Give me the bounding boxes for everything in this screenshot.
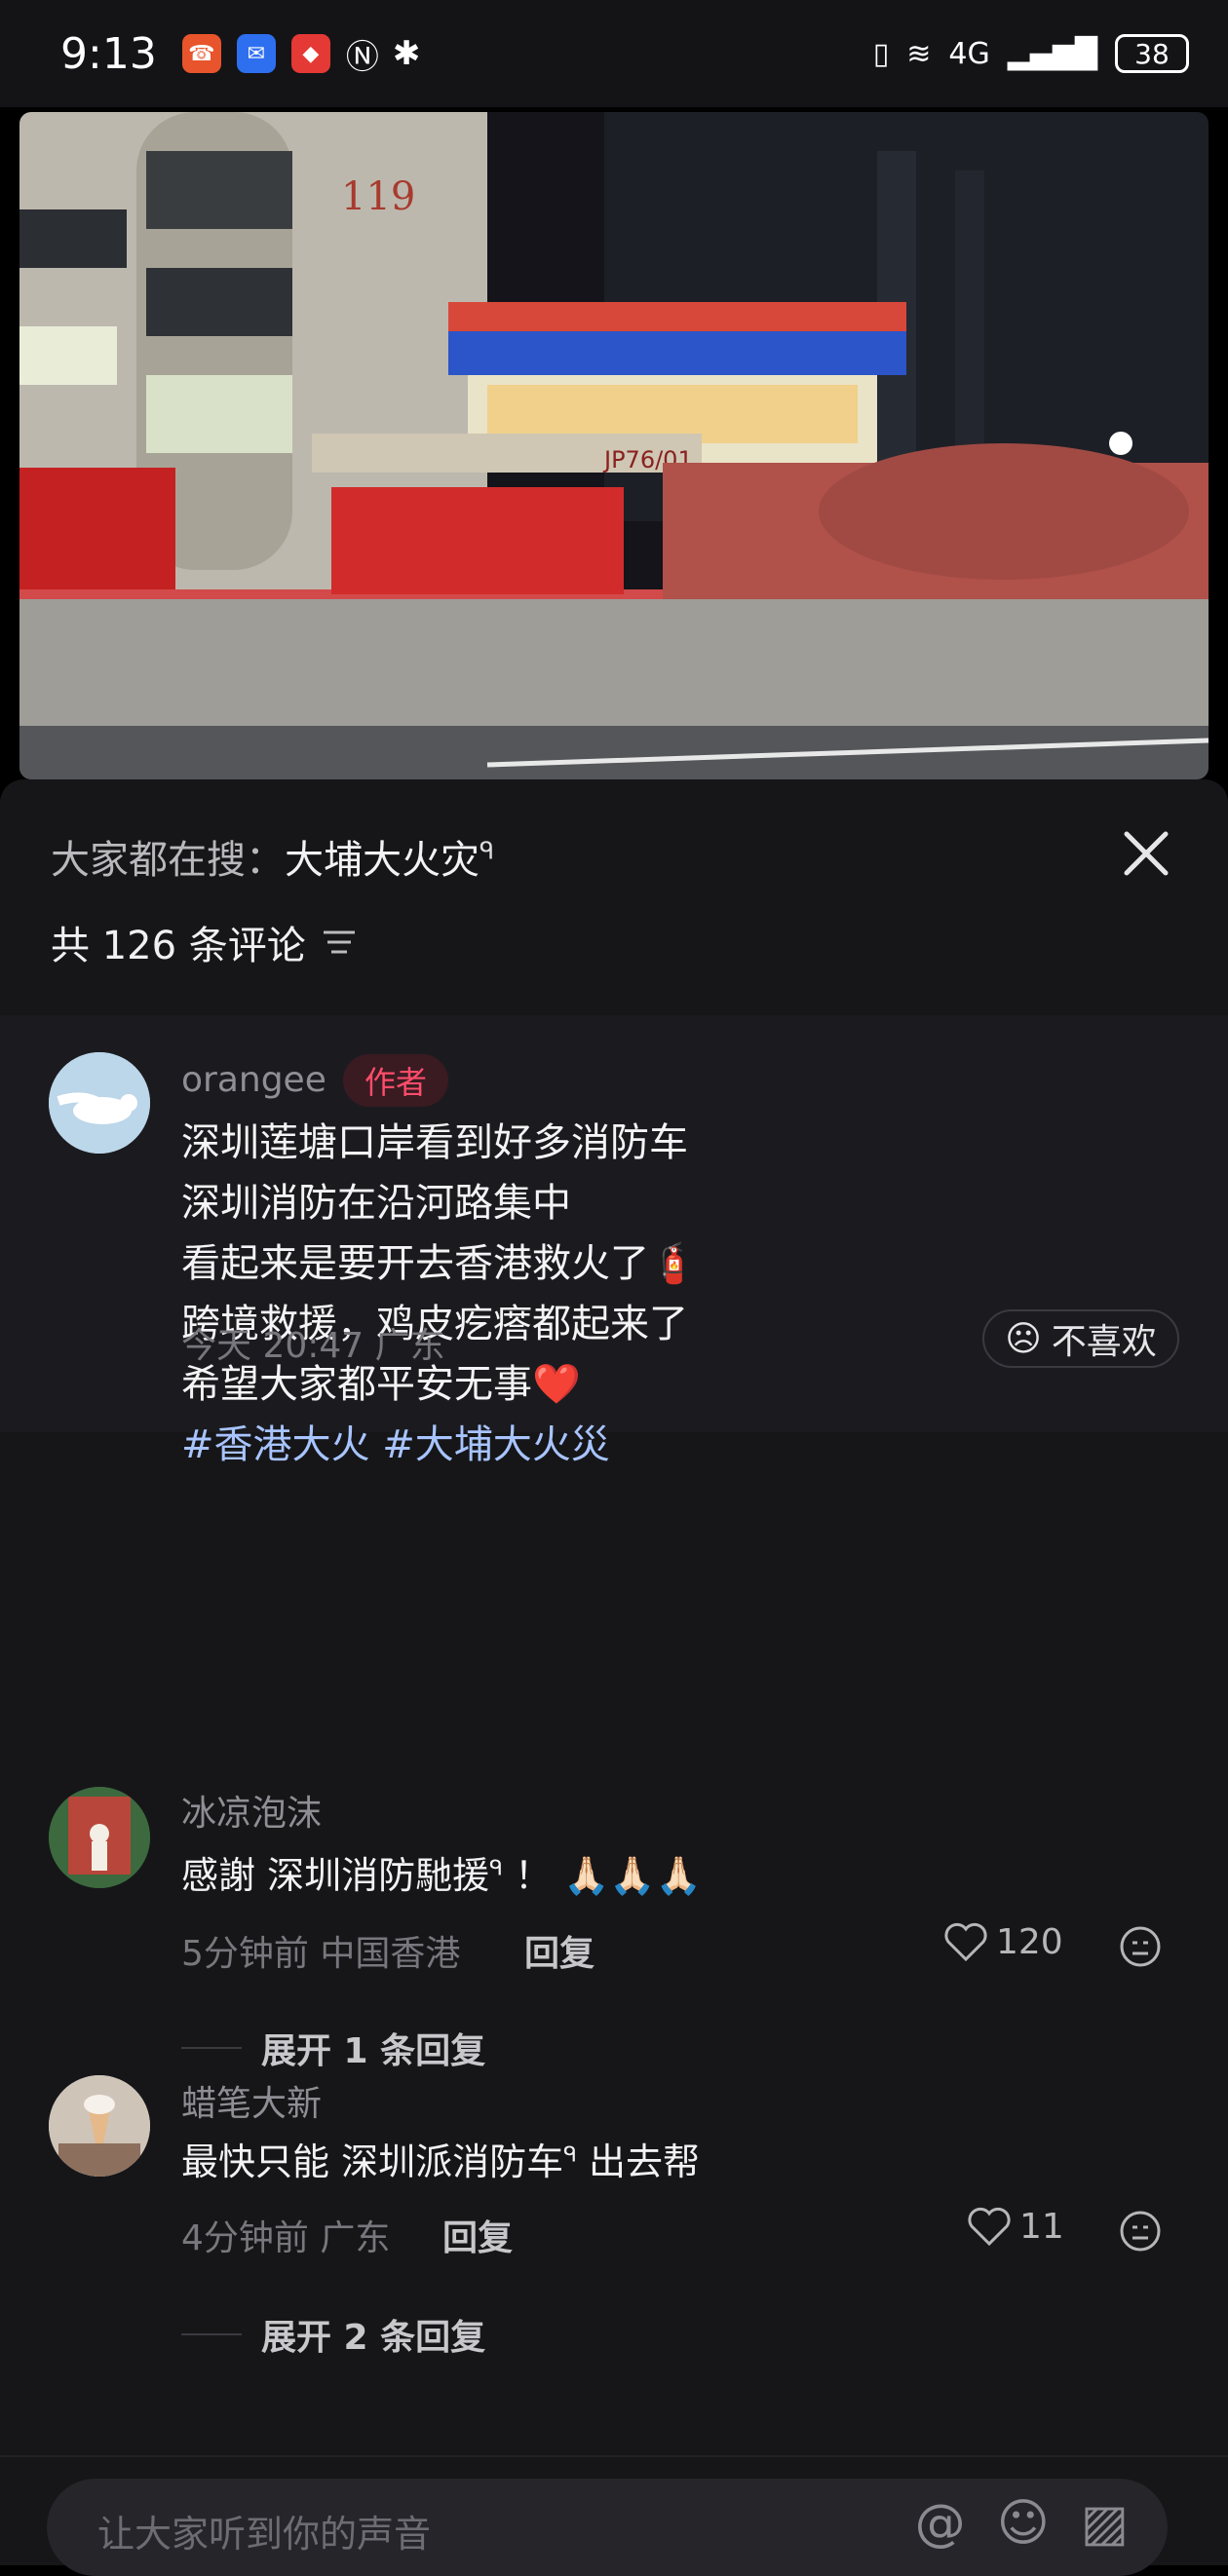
search-icon: ᑫ: [489, 1856, 503, 1881]
author-comment-text: 深圳莲塘口岸看到好多消防车 深圳消防在沿河路集中 看起来是要开去香港救火了🧯 跨…: [181, 1113, 698, 1475]
trending-keyword[interactable]: 大埔大火灾: [285, 838, 480, 883]
comment-text-part: 感謝: [181, 1854, 268, 1897]
comment-line: 深圳莲塘口岸看到好多消防车: [181, 1120, 688, 1165]
network-type-label: 4G: [948, 36, 990, 71]
close-icon[interactable]: [1117, 824, 1175, 883]
wifi-icon: ≋: [906, 36, 932, 71]
reply-button[interactable]: 回复: [524, 1925, 595, 1976]
hashtag-links[interactable]: #香港大火 #大埔大火災: [181, 1415, 698, 1475]
mention-icon[interactable]: @: [915, 2494, 966, 2553]
dislike-face-icon[interactable]: [1119, 2210, 1162, 2253]
status-time: 9:13: [60, 28, 157, 79]
comment-sheet: 大家都在搜：大埔大火灾ᑫ 共 126 条评论 orangee 作者 深圳莲塘口岸…: [0, 779, 1228, 2576]
comment-text-part: 最快只能: [181, 2140, 342, 2183]
comment-text-part: ！ 🙏🏻🙏🏻🙏🏻: [502, 1854, 703, 1897]
comment-count: 共 126 条评论: [51, 924, 306, 968]
search-icon: ᑫ: [480, 837, 495, 865]
emoji-icon[interactable]: ☺: [997, 2494, 1050, 2553]
user-avatar-image: [49, 2075, 150, 2177]
video-player[interactable]: 119 JP76/01: [19, 112, 1209, 779]
like-button[interactable]: 11: [967, 2206, 1064, 2247]
bluetooth-icon: ✱: [392, 34, 421, 73]
heart-icon: [944, 1922, 987, 1962]
comment-username[interactable]: 蜡笔大新: [181, 2075, 322, 2126]
avatar[interactable]: [49, 1052, 150, 1154]
huawei-notification-icon: ◆: [290, 34, 330, 73]
expand-label: 展开 2 条回复: [261, 2318, 486, 2358]
avatar[interactable]: [49, 2075, 150, 2177]
trending-prefix: 大家都在搜：: [51, 838, 285, 883]
nfc-icon: Ⓝ: [345, 37, 379, 77]
comment-text-part: 出去帮: [576, 2140, 701, 2183]
input-placeholder: 让大家听到你的声音: [97, 2513, 432, 2556]
expand-replies-button[interactable]: 展开 1 条回复: [181, 2023, 485, 2073]
avatar[interactable]: [49, 1787, 150, 1888]
reply-button[interactable]: 回复: [442, 2210, 513, 2260]
fire-trucks-image: 119 JP76/01: [19, 112, 1209, 779]
comment-username[interactable]: 冰凉泡沫: [181, 1785, 322, 1836]
signal-icon: ▂▄▆█: [1007, 36, 1097, 71]
comment-meta: 4分钟前 广东: [181, 2218, 391, 2258]
search-link[interactable]: 深圳消防馳援: [267, 1854, 489, 1897]
mail-notification-icon: ✉: [236, 34, 276, 73]
expand-replies-button[interactable]: 展开 2 条回复: [181, 2309, 485, 2360]
search-icon: ᑫ: [563, 2142, 577, 2168]
divider: [181, 2333, 242, 2335]
image-icon[interactable]: ▨: [1081, 2494, 1129, 2553]
like-count: 120: [996, 1921, 1063, 1962]
expand-label: 展开 1 条回复: [261, 2031, 486, 2071]
like-count: 11: [1019, 2206, 1064, 2247]
comment-count-row[interactable]: 共 126 条评论: [51, 914, 357, 970]
comment-text: 最快只能 深圳派消防车ᑫ 出去帮: [181, 2132, 700, 2185]
author-username[interactable]: orangee: [181, 1060, 326, 1100]
comment-input[interactable]: 让大家听到你的声音 @ ☺ ▨: [47, 2479, 1168, 2576]
comment-meta: 今天 20:47 广东: [181, 1326, 445, 1366]
divider: [181, 2047, 242, 2049]
sort-icon[interactable]: [322, 928, 357, 957]
neutral-face-icon: ☹: [1005, 1318, 1042, 1359]
app-notification-icon: ☎: [181, 34, 221, 73]
like-button[interactable]: 120: [943, 1921, 1063, 1962]
input-icons: @ ☺ ▨: [915, 2494, 1129, 2553]
trending-search[interactable]: 大家都在搜：大埔大火灾ᑫ: [51, 828, 494, 885]
comment-line: 看起来是要开去香港救火了🧯: [181, 1241, 698, 1286]
author-badge: 作者: [343, 1054, 449, 1107]
comment-meta: 5分钟前 中国香港: [181, 1934, 461, 1974]
dislike-button[interactable]: ☹ 不喜欢: [982, 1309, 1179, 1368]
battery-level: 38: [1134, 37, 1170, 70]
comment-input-bar: 让大家听到你的声音 @ ☺ ▨: [0, 2455, 1228, 2576]
status-bar: 9:13 ☎ ✉ ◆ Ⓝ ✱ ▯ ≋ 4G ▂▄▆█ 38: [0, 0, 1228, 107]
comment-line: 深圳消防在沿河路集中: [181, 1181, 571, 1226]
dislike-label: 不喜欢: [1051, 1322, 1157, 1362]
dislike-face-icon[interactable]: [1119, 1925, 1162, 1968]
seagull-avatar-image: [49, 1052, 150, 1154]
user-avatar-image: [49, 1787, 150, 1888]
battery-indicator: 38: [1115, 34, 1189, 73]
search-link[interactable]: 深圳派消防车: [341, 2140, 563, 2183]
author-comment: orangee 作者 深圳莲塘口岸看到好多消防车 深圳消防在沿河路集中 看起来是…: [0, 1015, 1228, 1467]
heart-icon: [968, 2207, 1011, 2247]
vibrate-icon: ▯: [872, 36, 890, 71]
comment-text: 感謝 深圳消防馳援ᑫ ！ 🙏🏻🙏🏻🙏🏻: [181, 1845, 702, 1899]
building-number: 119: [341, 174, 415, 219]
